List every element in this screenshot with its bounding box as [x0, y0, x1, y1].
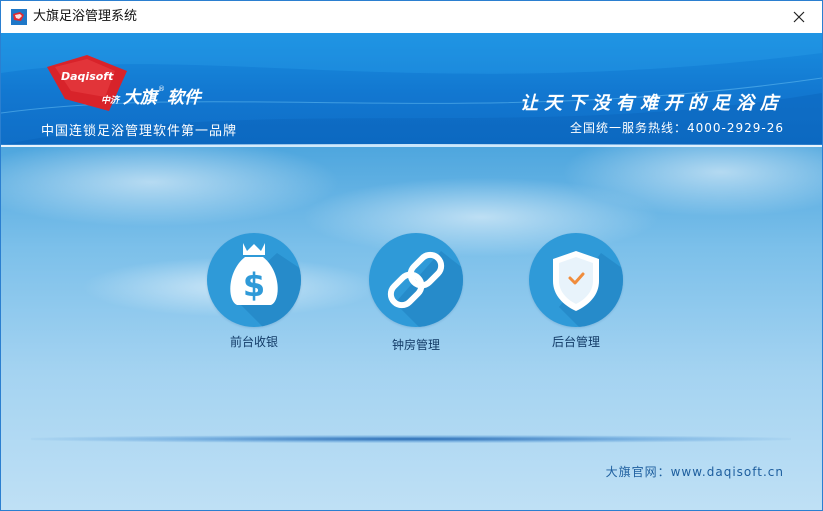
logo-text-suffix: 软件	[167, 88, 203, 108]
module-label-backend[interactable]: 后台管理	[515, 333, 637, 350]
app-window: 大旗足浴管理系统 Daqisoft 中济 大旗 ® 软件 中国连锁足浴管理软件第…	[0, 0, 823, 511]
module-backend-management[interactable]: 后台管理	[515, 233, 635, 353]
title-bar[interactable]: 大旗足浴管理系统	[1, 1, 822, 33]
service-hotline: 全国统一服务热线：4000-2929-26	[569, 121, 784, 135]
app-logo-icon	[11, 9, 27, 25]
official-website-link[interactable]: 大旗官网：www.daqisoft.cn	[606, 463, 784, 480]
main-content: $ 前台收银 钟房管理 后台管理 大旗官网：www.daqisoft.cn	[1, 147, 822, 510]
header-banner: Daqisoft 中济 大旗 ® 软件 中国连锁足浴管理软件第一品牌 让天下没有…	[1, 33, 822, 145]
module-icon-circle[interactable]	[369, 233, 463, 327]
logo-registered-mark: ®	[158, 85, 165, 93]
shield-check-icon[interactable]	[529, 233, 623, 327]
horizon-glow-line	[31, 435, 791, 443]
cloud-decoration	[1, 147, 341, 227]
module-label-cashier[interactable]: 前台收银	[193, 333, 315, 350]
money-bag-dollar-icon[interactable]: $	[207, 233, 301, 327]
window-title: 大旗足浴管理系统	[33, 9, 138, 24]
module-room-clock-management[interactable]: 钟房管理	[355, 233, 475, 353]
svg-text:$: $	[243, 266, 265, 304]
close-button[interactable]	[776, 1, 822, 33]
module-label-room-clock[interactable]: 钟房管理	[355, 336, 477, 353]
tagline: 让天下没有难开的足浴店	[520, 93, 784, 114]
logo-text-prefix: 中济	[101, 95, 121, 106]
module-icon-circle[interactable]: $	[207, 233, 301, 327]
module-front-desk-cashier[interactable]: $ 前台收银	[193, 233, 313, 353]
brand-slogan: 中国连锁足浴管理软件第一品牌	[41, 124, 238, 139]
logo-text-cn: 大旗	[123, 88, 160, 108]
chain-link-icon[interactable]	[369, 233, 463, 327]
module-icon-circle[interactable]	[529, 233, 623, 327]
close-icon[interactable]	[793, 8, 805, 27]
logo-text-en: Daqisoft	[61, 70, 114, 83]
daqisoft-logo: Daqisoft 中济 大旗 ® 软件	[41, 53, 216, 115]
